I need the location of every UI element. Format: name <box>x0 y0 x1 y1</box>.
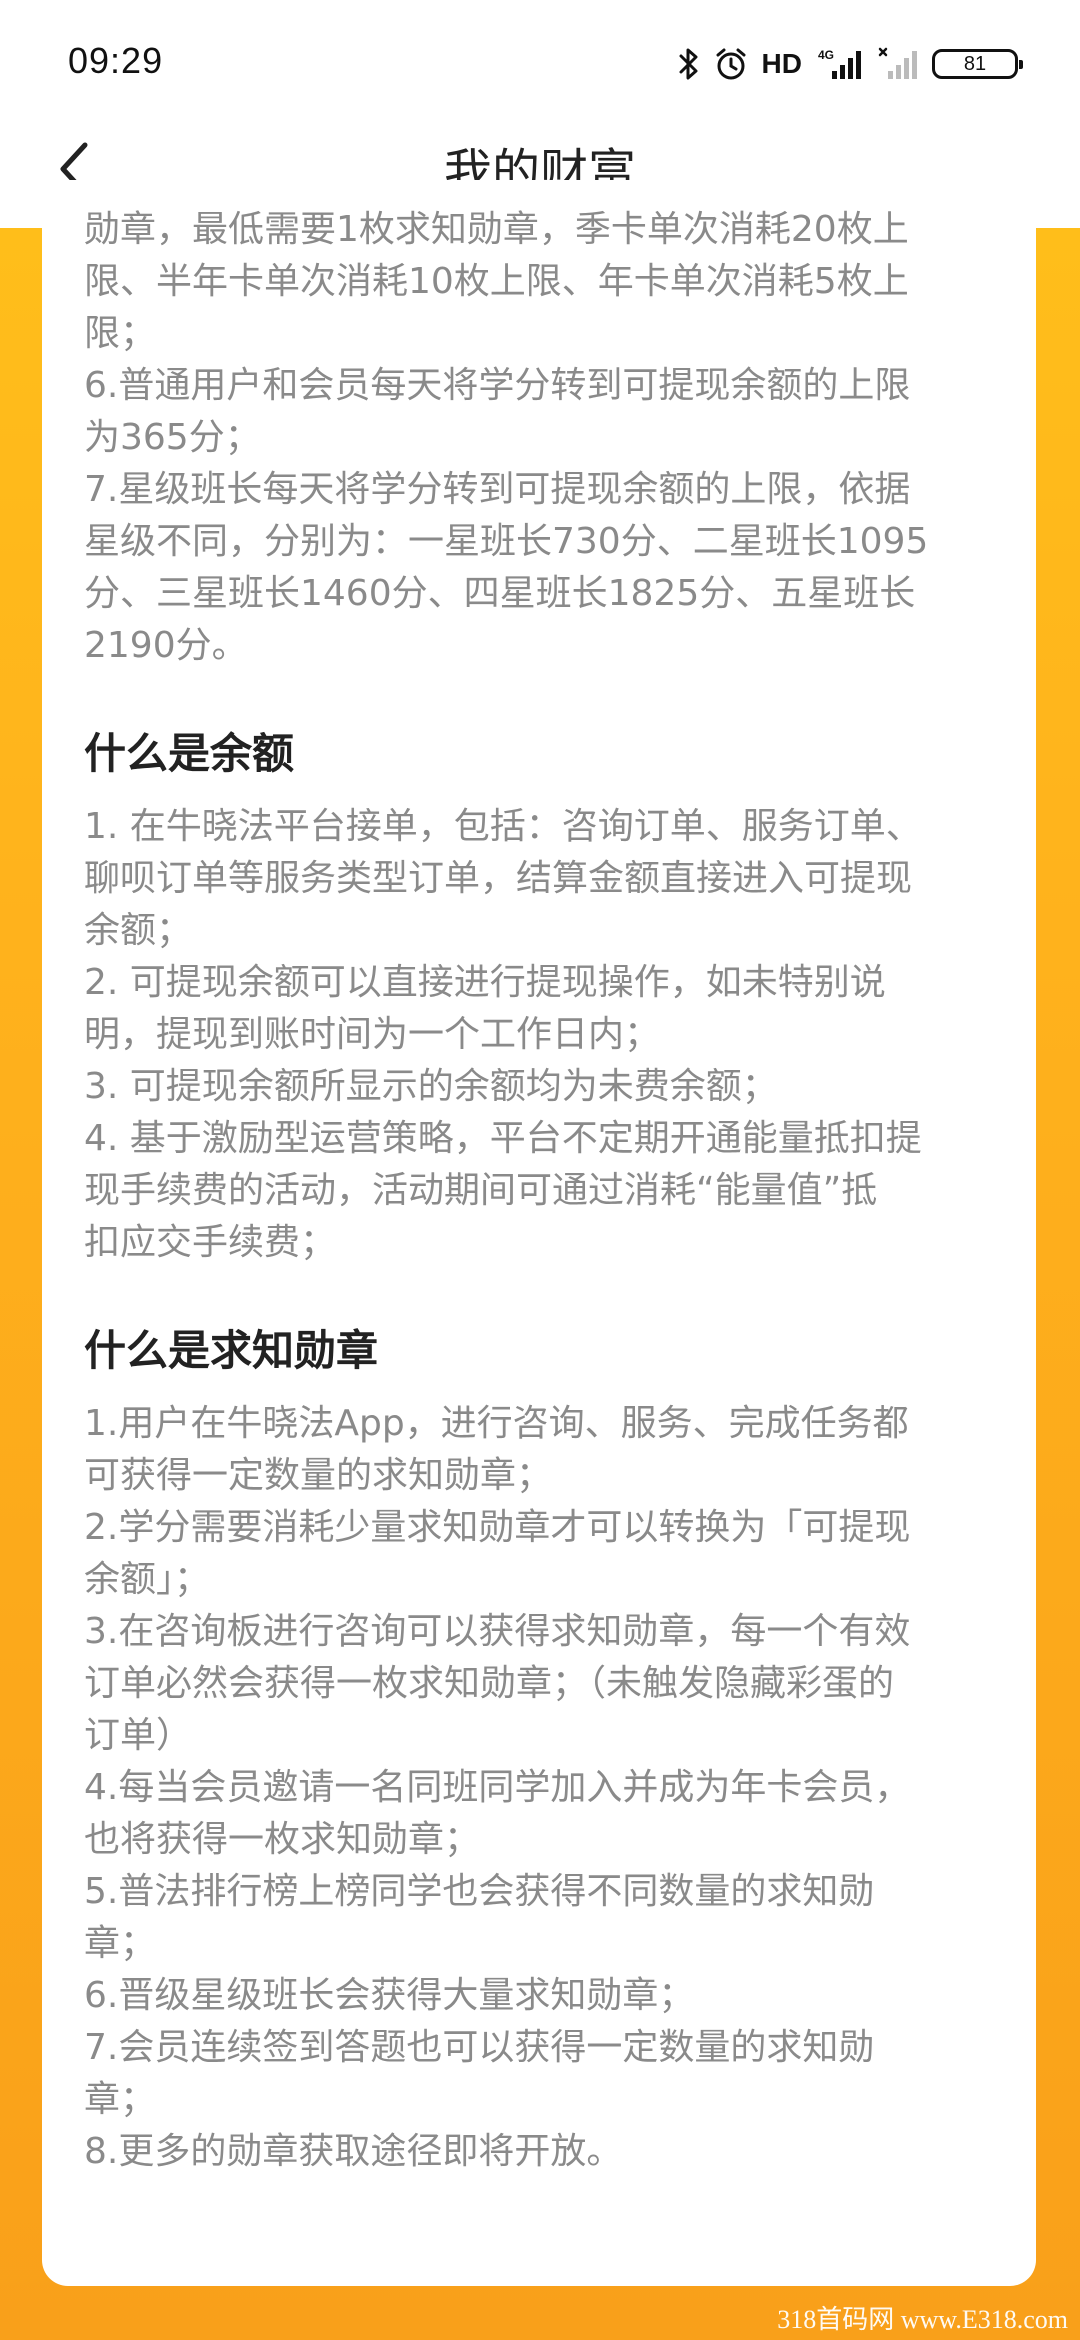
text-line: 星级不同，分别为：一星班长730分、二星班长1095 <box>84 521 929 562</box>
text-line: 7.会员连续签到答题也可以获得一定数量的求知勋 <box>84 2027 875 2068</box>
text-line: 7.星级班长每天将学分转到可提现余额的上限，依据 <box>84 469 911 510</box>
badge-section: 1.用户在牛晓法App，进行咨询、服务、完成任务都 可获得一定数量的求知勋章； … <box>84 1398 1024 2178</box>
text-line: 扣应交手续费； <box>84 1222 337 1263</box>
text-line: 订单必然会获得一枚求知勋章；（未触发隐藏彩蛋的 <box>84 1663 895 1704</box>
text-line: 也将获得一枚求知勋章； <box>84 1819 481 1860</box>
text-line: 5.普法排行榜上榜同学也会获得不同数量的求知勋 <box>84 1871 875 1912</box>
status-time: 09:29 <box>68 40 164 81</box>
hd-network-label: HD <box>761 48 802 79</box>
battery-icon: 81 <box>932 49 1023 79</box>
text-line: 订单） <box>84 1715 193 1756</box>
status-bar: 09:29 HD 4G 81 <box>0 0 1080 130</box>
text-line: 8.更多的勋章获取途径即将开放。 <box>84 2131 623 2172</box>
signal-4g-icon: 4G <box>816 47 864 81</box>
text-line: 可获得一定数量的求知勋章； <box>84 1455 553 1496</box>
text-line: 4. 基于激励型运营策略，平台不定期开通能量抵扣提 <box>84 1118 922 1159</box>
text-line: 2. 可提现余额可以直接进行提现操作，如未特别说 <box>84 962 886 1003</box>
card-content: 勋章，最低需要1枚求知勋章，季卡单次消耗20枚上 限、半年卡单次消耗10枚上限、… <box>84 209 1024 2178</box>
text-line: 6.普通用户和会员每天将学分转到可提现余额的上限 <box>84 365 911 406</box>
text-line: 1. 在牛晓法平台接单，包括：咨询订单、服务订单、 <box>84 806 922 847</box>
signal-4g-label: 4G <box>818 48 834 62</box>
text-line: 3.在咨询板进行咨询可以获得求知勋章，每一个有效 <box>84 1611 911 1652</box>
text-line: 6.晋级星级班长会获得大量求知勋章； <box>84 1975 695 2016</box>
text-line: 2.学分需要消耗少量求知勋章才可以转换为「可提现 <box>84 1507 911 1548</box>
balance-section: 1. 在牛晓法平台接单，包括：咨询订单、服务订单、 聊呗订单等服务类型订单，结算… <box>84 801 1024 1269</box>
text-line: 限； <box>84 313 157 354</box>
section-title-balance: 什么是余额 <box>84 729 295 778</box>
text-line: 余额； <box>84 910 193 951</box>
text-line: 现手续费的活动，活动期间可通过消耗“能量值”抵 <box>84 1170 878 1211</box>
text-line: 章； <box>84 1923 157 1964</box>
text-line: 3. 可提现余额所显示的余额均为未费余额； <box>84 1066 778 1107</box>
watermark: 318首码网 www.E318.com <box>777 2305 1068 2334</box>
text-line: 聊呗订单等服务类型订单，结算金额直接进入可提现 <box>84 858 913 899</box>
section-title-badge: 什么是求知勋章 <box>84 1326 379 1375</box>
bluetooth-icon <box>678 47 700 81</box>
text-line: 2190分。 <box>84 625 248 666</box>
text-line: 限、半年卡单次消耗10枚上限、年卡单次消耗5枚上 <box>84 261 909 302</box>
status-icons: HD 4G 81 <box>678 44 1023 84</box>
text-line: 分、三星班长1460分、四星班长1825分、五星班长 <box>84 573 916 614</box>
text-line: 4.每当会员邀请一名同班同学加入并成为年卡会员， <box>84 1767 911 1808</box>
text-line: 1.用户在牛晓法App，进行咨询、服务、完成任务都 <box>84 1403 909 1444</box>
alarm-clock-icon <box>714 47 748 81</box>
continued-section: 勋章，最低需要1枚求知勋章，季卡单次消耗20枚上 限、半年卡单次消耗10枚上限、… <box>84 204 1024 672</box>
text-line: 余额」； <box>84 1559 211 1600</box>
signal-empty-icon <box>878 47 918 81</box>
text-line: 章； <box>84 2079 157 2120</box>
text-line: 明，提现到账时间为一个工作日内； <box>84 1014 661 1055</box>
text-line: 勋章，最低需要1枚求知勋章，季卡单次消耗20枚上 <box>84 209 909 250</box>
text-line: 为365分； <box>84 417 261 458</box>
content-card[interactable]: 勋章，最低需要1枚求知勋章，季卡单次消耗20枚上 限、半年卡单次消耗10枚上限、… <box>42 180 1036 2286</box>
